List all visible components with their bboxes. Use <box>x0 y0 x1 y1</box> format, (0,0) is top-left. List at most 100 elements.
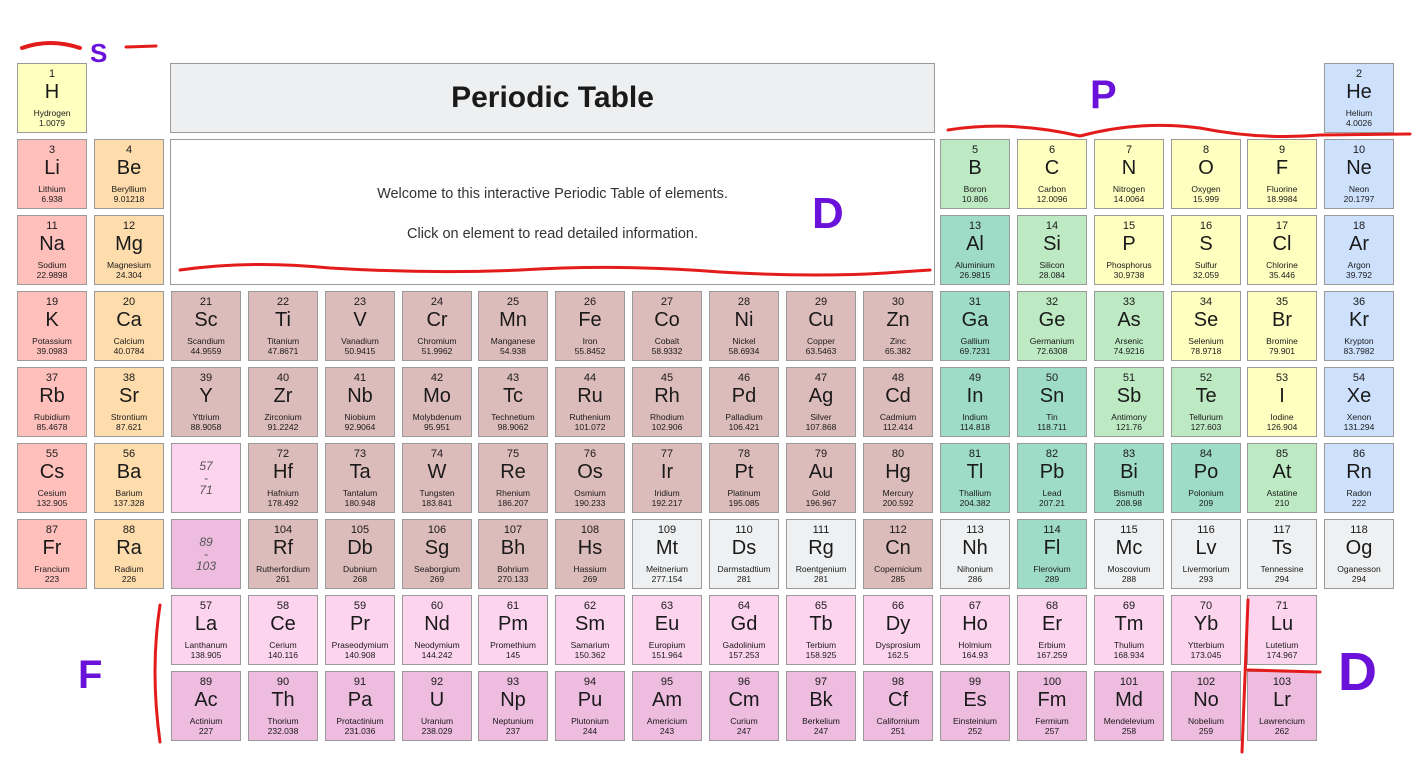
element-cell-f[interactable]: 9 F Fluorine 18.9984 <box>1247 139 1317 209</box>
element-cell-mg[interactable]: 12 Mg Magnesium 24.304 <box>94 215 164 285</box>
element-cell-yb[interactable]: 70 Yb Ytterbium 173.045 <box>1171 595 1241 665</box>
element-cell-u[interactable]: 92 U Uranium 238.029 <box>402 671 472 741</box>
element-cell-nd[interactable]: 60 Nd Neodymium 144.242 <box>402 595 472 665</box>
element-cell-ir[interactable]: 77 Ir Iridium 192.217 <box>632 443 702 513</box>
element-cell-li[interactable]: 3 Li Lithium 6.938 <box>17 139 87 209</box>
element-cell-am[interactable]: 95 Am Americium 243 <box>632 671 702 741</box>
element-cell-er[interactable]: 68 Er Erbium 167.259 <box>1017 595 1087 665</box>
element-cell-ge[interactable]: 32 Ge Germanium 72.6308 <box>1017 291 1087 361</box>
element-cell-kr[interactable]: 36 Kr Krypton 83.7982 <box>1324 291 1394 361</box>
element-cell-at[interactable]: 85 At Astatine 210 <box>1247 443 1317 513</box>
element-cell-xe[interactable]: 54 Xe Xenon 131.294 <box>1324 367 1394 437</box>
element-cell-y[interactable]: 39 Y Yttrium 88.9058 <box>171 367 241 437</box>
element-cell-zr[interactable]: 40 Zr Zirconium 91.2242 <box>248 367 318 437</box>
element-cell-nh[interactable]: 113 Nh Nihonium 286 <box>940 519 1010 589</box>
element-cell-lu[interactable]: 71 Lu Lutetium 174.967 <box>1247 595 1317 665</box>
element-cell-na[interactable]: 11 Na Sodium 22.9898 <box>17 215 87 285</box>
element-cell-cd[interactable]: 48 Cd Cadmium 112.414 <box>863 367 933 437</box>
element-cell-og[interactable]: 118 Og Oganesson 294 <box>1324 519 1394 589</box>
element-cell-no[interactable]: 102 No Nobelium 259 <box>1171 671 1241 741</box>
element-cell-cr[interactable]: 24 Cr Chromium 51.9962 <box>402 291 472 361</box>
element-cell-tm[interactable]: 69 Tm Thulium 168.934 <box>1094 595 1164 665</box>
element-cell-ra[interactable]: 88 Ra Radium 226 <box>94 519 164 589</box>
element-cell-he[interactable]: 2 He Helium 4.0026 <box>1324 63 1394 133</box>
element-cell-tl[interactable]: 81 Tl Thallium 204.382 <box>940 443 1010 513</box>
element-cell-mo[interactable]: 42 Mo Molybdenum 95.951 <box>402 367 472 437</box>
element-cell-fl[interactable]: 114 Fl Flerovium 289 <box>1017 519 1087 589</box>
element-cell-bi[interactable]: 83 Bi Bismuth 208.98 <box>1094 443 1164 513</box>
element-cell-re[interactable]: 75 Re Rhenium 186.207 <box>478 443 548 513</box>
element-cell-rf[interactable]: 104 Rf Rutherfordium 261 <box>248 519 318 589</box>
element-cell-rh[interactable]: 45 Rh Rhodium 102.906 <box>632 367 702 437</box>
element-cell-o[interactable]: 8 O Oxygen 15.999 <box>1171 139 1241 209</box>
element-cell-fm[interactable]: 100 Fm Fermium 257 <box>1017 671 1087 741</box>
element-cell-eu[interactable]: 63 Eu Europium 151.964 <box>632 595 702 665</box>
element-cell-au[interactable]: 79 Au Gold 196.967 <box>786 443 856 513</box>
element-cell-fe[interactable]: 26 Fe Iron 55.8452 <box>555 291 625 361</box>
element-cell-ac[interactable]: 89 Ac Actinium 227 <box>171 671 241 741</box>
element-cell-ga[interactable]: 31 Ga Gallium 69.7231 <box>940 291 1010 361</box>
element-cell-s[interactable]: 16 S Sulfur 32.059 <box>1171 215 1241 285</box>
element-cell-cf[interactable]: 98 Cf Californium 251 <box>863 671 933 741</box>
element-cell-rg[interactable]: 111 Rg Roentgenium 281 <box>786 519 856 589</box>
element-cell-pa[interactable]: 91 Pa Protactinium 231.036 <box>325 671 395 741</box>
element-cell-cn[interactable]: 112 Cn Copernicium 285 <box>863 519 933 589</box>
element-cell-ag[interactable]: 47 Ag Silver 107.868 <box>786 367 856 437</box>
element-cell-es[interactable]: 99 Es Einsteinium 252 <box>940 671 1010 741</box>
element-cell-lr[interactable]: 103 Lr Lawrencium 262 <box>1247 671 1317 741</box>
element-cell-ti[interactable]: 22 Ti Titanium 47.8671 <box>248 291 318 361</box>
element-cell-zn[interactable]: 30 Zn Zinc 65.382 <box>863 291 933 361</box>
element-cell-b[interactable]: 5 B Boron 10.806 <box>940 139 1010 209</box>
element-cell-ni[interactable]: 28 Ni Nickel 58.6934 <box>709 291 779 361</box>
element-cell-bk[interactable]: 97 Bk Berkelium 247 <box>786 671 856 741</box>
element-cell-cs[interactable]: 55 Cs Cesium 132.905 <box>17 443 87 513</box>
element-cell-sn[interactable]: 50 Sn Tin 118.711 <box>1017 367 1087 437</box>
element-cell-br[interactable]: 35 Br Bromine 79.901 <box>1247 291 1317 361</box>
element-cell-co[interactable]: 27 Co Cobalt 58.9332 <box>632 291 702 361</box>
element-cell-pt[interactable]: 78 Pt Platinum 195.085 <box>709 443 779 513</box>
element-cell-md[interactable]: 101 Md Mendelevium 258 <box>1094 671 1164 741</box>
element-cell-hs[interactable]: 108 Hs Hassium 269 <box>555 519 625 589</box>
element-cell-pu[interactable]: 94 Pu Plutonium 244 <box>555 671 625 741</box>
element-cell-w[interactable]: 74 W Tungsten 183.841 <box>402 443 472 513</box>
element-cell-as[interactable]: 33 As Arsenic 74.9216 <box>1094 291 1164 361</box>
element-cell-nb[interactable]: 41 Nb Niobium 92.9064 <box>325 367 395 437</box>
element-cell-ru[interactable]: 44 Ru Ruthenium 101.072 <box>555 367 625 437</box>
element-cell-np[interactable]: 93 Np Neptunium 237 <box>478 671 548 741</box>
element-cell-tb[interactable]: 65 Tb Terbium 158.925 <box>786 595 856 665</box>
element-cell-sm[interactable]: 62 Sm Samarium 150.362 <box>555 595 625 665</box>
element-cell-gd[interactable]: 64 Gd Gadolinium 157.253 <box>709 595 779 665</box>
element-cell-bh[interactable]: 107 Bh Bohrium 270.133 <box>478 519 548 589</box>
element-cell-i[interactable]: 53 I Iodine 126.904 <box>1247 367 1317 437</box>
element-cell-ho[interactable]: 67 Ho Holmium 164.93 <box>940 595 1010 665</box>
element-cell-rb[interactable]: 37 Rb Rubidium 85.4678 <box>17 367 87 437</box>
element-cell-k[interactable]: 19 K Potassium 39.0983 <box>17 291 87 361</box>
element-cell-db[interactable]: 105 Db Dubnium 268 <box>325 519 395 589</box>
element-cell-h[interactable]: 1 H Hydrogen 1.0079 <box>17 63 87 133</box>
element-cell-po[interactable]: 84 Po Polonium 209 <box>1171 443 1241 513</box>
element-cell-n[interactable]: 7 N Nitrogen 14.0064 <box>1094 139 1164 209</box>
element-cell-pd[interactable]: 46 Pd Palladium 106.421 <box>709 367 779 437</box>
element-cell-ca[interactable]: 20 Ca Calcium 40.0784 <box>94 291 164 361</box>
element-cell-ar[interactable]: 18 Ar Argon 39.792 <box>1324 215 1394 285</box>
element-cell-pr[interactable]: 59 Pr Praseodymium 140.908 <box>325 595 395 665</box>
element-cell-la[interactable]: 57 La Lanthanum 138.905 <box>171 595 241 665</box>
element-cell-hg[interactable]: 80 Hg Mercury 200.592 <box>863 443 933 513</box>
element-cell-cm[interactable]: 96 Cm Curium 247 <box>709 671 779 741</box>
element-cell-fr[interactable]: 87 Fr Francium 223 <box>17 519 87 589</box>
element-cell-p[interactable]: 15 P Phosphorus 30.9738 <box>1094 215 1164 285</box>
element-cell-ba[interactable]: 56 Ba Barium 137.328 <box>94 443 164 513</box>
element-cell-cl[interactable]: 17 Cl Chlorine 35.446 <box>1247 215 1317 285</box>
element-cell-dy[interactable]: 66 Dy Dysprosium 162.5 <box>863 595 933 665</box>
element-cell-cu[interactable]: 29 Cu Copper 63.5463 <box>786 291 856 361</box>
element-cell-ts[interactable]: 117 Ts Tennessine 294 <box>1247 519 1317 589</box>
element-cell-rn[interactable]: 86 Rn Radon 222 <box>1324 443 1394 513</box>
element-cell-os[interactable]: 76 Os Osmium 190.233 <box>555 443 625 513</box>
element-cell-c[interactable]: 6 C Carbon 12.0096 <box>1017 139 1087 209</box>
element-cell-ta[interactable]: 73 Ta Tantalum 180.948 <box>325 443 395 513</box>
element-cell-ne[interactable]: 10 Ne Neon 20.1797 <box>1324 139 1394 209</box>
element-cell-pm[interactable]: 61 Pm Promethium 145 <box>478 595 548 665</box>
element-cell-sb[interactable]: 51 Sb Antimony 121.76 <box>1094 367 1164 437</box>
element-cell-mt[interactable]: 109 Mt Meitnerium 277.154 <box>632 519 702 589</box>
element-cell-pb[interactable]: 82 Pb Lead 207.21 <box>1017 443 1087 513</box>
